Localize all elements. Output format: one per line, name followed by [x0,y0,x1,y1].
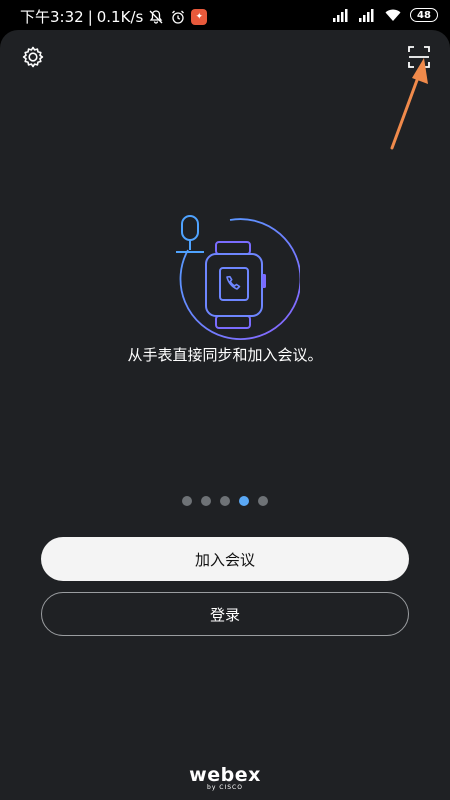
page-dot-5[interactable] [258,496,268,506]
watch-sync-illustration [176,215,300,340]
network-speed: 0.1K/s [96,7,144,26]
brand-by: by CISCO [207,784,243,791]
page-dot-1[interactable] [182,496,192,506]
page-dot-2[interactable] [201,496,211,506]
onboarding-caption: 从手表直接同步和加入会议。 [127,346,323,364]
app-screen: 从手表直接同步和加入会议。 加入会议 登录 webex by CISCO [0,30,450,800]
status-time: 下午3:32 [20,8,84,26]
page-dot-4[interactable] [239,496,249,506]
brand-name: webex [189,764,261,786]
app-notification-icon: ✦ [191,8,208,25]
settings-button[interactable] [20,44,46,70]
status-separator: | [87,7,93,26]
wifi-icon [384,6,402,24]
signal-icon-1 [332,6,350,24]
status-bar: 下午3:32 | 0.1K/s ✦ 48 [0,0,450,30]
page-dot-3[interactable] [220,496,230,506]
page-indicator [0,496,450,506]
gear-icon [22,46,44,68]
scan-button[interactable] [406,44,432,70]
battery-indicator: 48 [410,8,438,22]
brand-logo: webex by CISCO [0,764,450,791]
smartwatch-icon [205,241,266,329]
mute-bell-icon [147,8,165,26]
alarm-clock-icon [169,8,187,26]
qr-scan-icon [408,46,430,68]
join-meeting-button[interactable]: 加入会议 [41,537,409,581]
sign-in-button[interactable]: 登录 [41,592,409,636]
signal-icon-2 [358,6,376,24]
microphone-icon [176,215,204,253]
